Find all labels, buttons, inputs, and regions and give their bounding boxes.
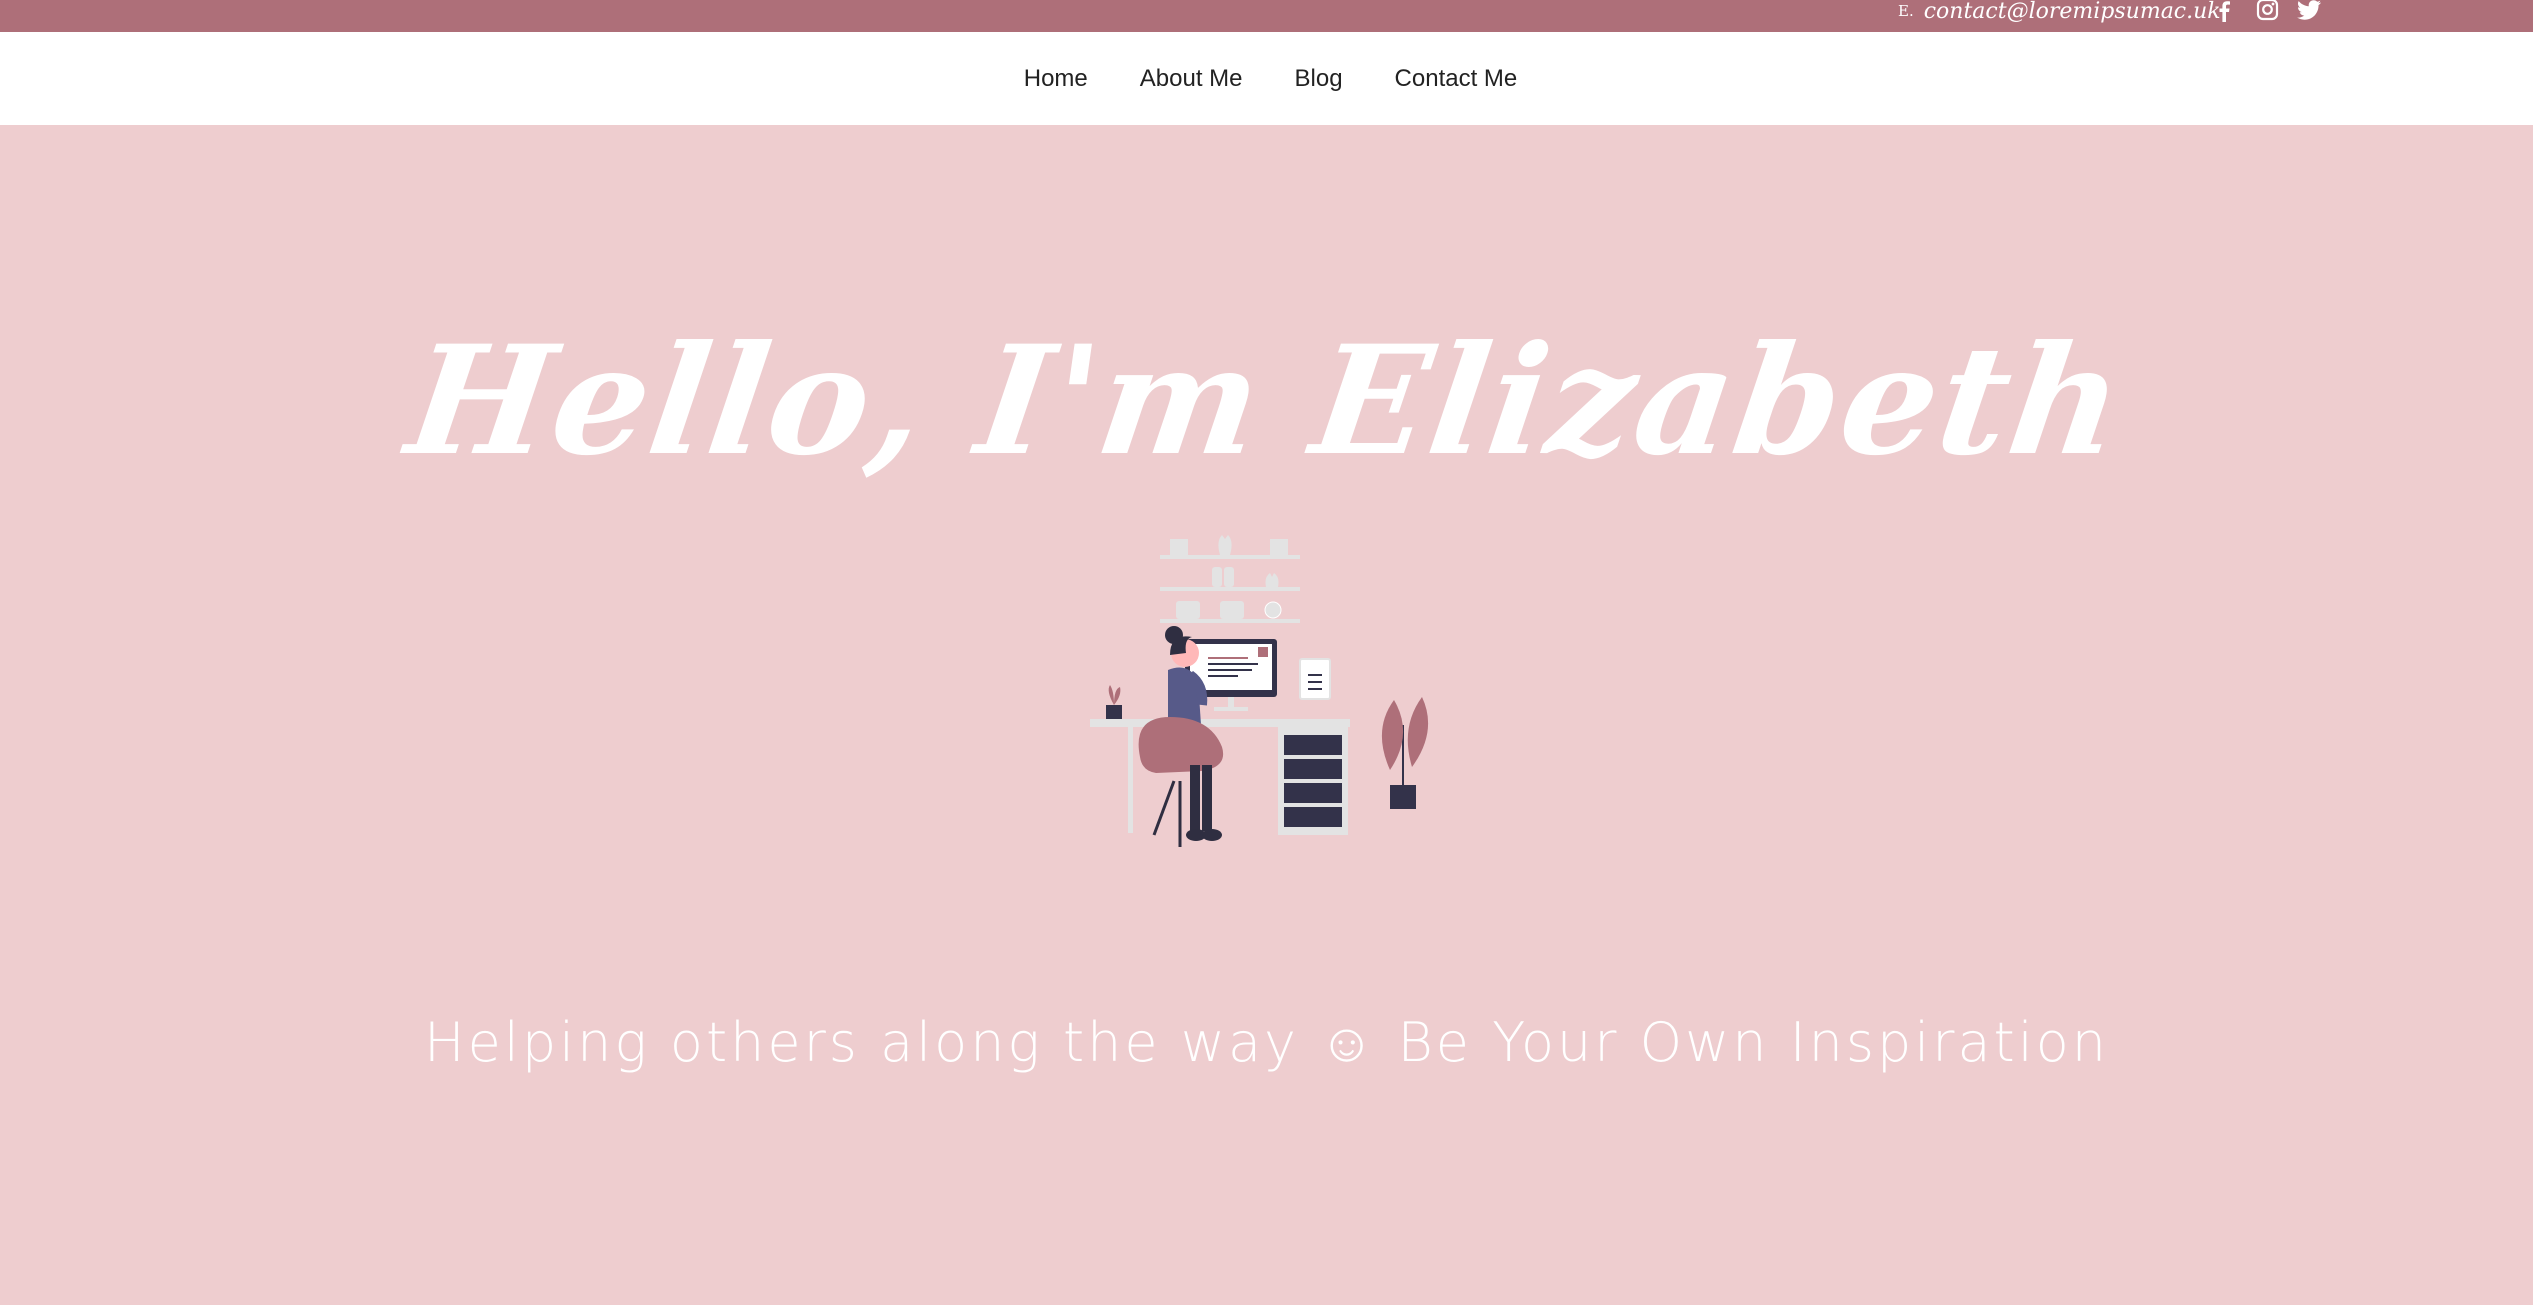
hero-section: Hello, I'm Elizabeth Helping others alon… [0, 125, 2533, 1305]
main-nav: Home About Me Blog Contact Me [0, 32, 2533, 125]
nav-blog[interactable]: Blog [1295, 65, 1343, 93]
top-bar: E. contact@loremipsumac.uk [0, 0, 2533, 32]
instagram-icon[interactable] [2254, 0, 2280, 22]
main-navigation-bar: Home About Me Blog Contact Me [0, 32, 2533, 125]
contact-email-text[interactable]: contact@loremipsumac.uk [1924, 0, 2221, 24]
twitter-icon[interactable] [2296, 0, 2322, 22]
hero-tagline: Helping others along the way ☺ Be Your O… [424, 1011, 2109, 1074]
hero-headline: Hello, I'm Elizabeth [398, 312, 2135, 489]
social-links [2212, 0, 2322, 22]
woman-at-desk-illustration [1090, 535, 1429, 847]
nav-about-me[interactable]: About Me [1140, 65, 1243, 93]
contact-prefix: E. [1898, 2, 1914, 20]
nav-home[interactable]: Home [1024, 65, 1088, 93]
nav-contact-me[interactable]: Contact Me [1395, 65, 1518, 93]
contact-email[interactable]: E. contact@loremipsumac.uk [1898, 0, 2221, 24]
facebook-icon[interactable] [2212, 0, 2238, 22]
